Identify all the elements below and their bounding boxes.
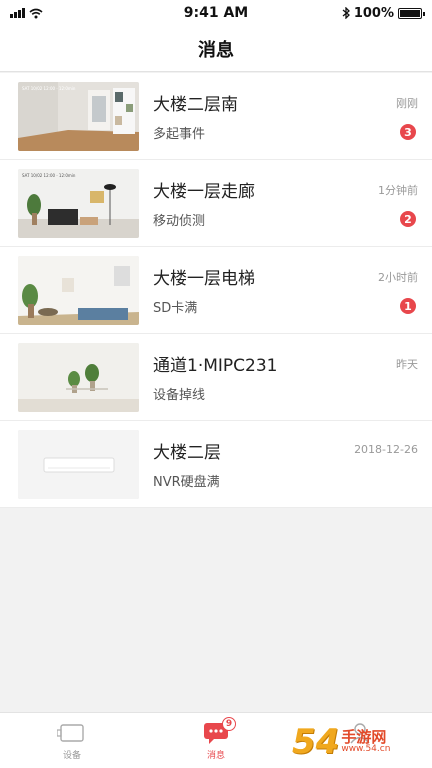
page-title: 消息 — [198, 39, 234, 61]
message-title: 大楼一层电梯 — [153, 269, 255, 289]
battery-percent: 100% — [353, 5, 394, 21]
message-subtitle: 移动侦测 — [153, 214, 206, 229]
unread-badge: 2 — [400, 211, 416, 227]
message-time: 昨天 — [396, 358, 418, 371]
camera-thumbnail — [18, 342, 139, 412]
status-right: 100% — [302, 5, 425, 21]
nvr-thumbnail — [18, 429, 139, 499]
message-time: 2018-12-26 — [354, 443, 418, 456]
site-watermark-logo: 54 手游网 www.54.cn — [292, 716, 432, 768]
status-left — [10, 8, 130, 19]
camera-thumbnail: SAT 10/02 12:00 · 12:0min — [18, 168, 139, 238]
tab-label: 消息 — [206, 751, 225, 761]
message-row-floor2-south[interactable]: SAT 10/02 12:00 · 12:0min 大楼二层南 多起事件 刚刚 … — [0, 73, 432, 160]
camera-icon — [57, 724, 84, 742]
message-row-floor2[interactable]: 大楼二层 NVR硬盘满 2018-12-26 — [0, 421, 432, 508]
message-title: 大楼一层走廊 — [153, 182, 255, 202]
bluetooth-icon — [342, 7, 350, 19]
thumbnail-timestamp: SAT 10/02 12:00 · 12:0min — [22, 85, 76, 91]
wifi-icon — [29, 8, 43, 18]
message-title: 大楼二层南 — [153, 95, 238, 115]
watermark-number: 54 — [292, 722, 340, 762]
message-subtitle: SD卡满 — [153, 301, 198, 316]
message-time: 1分钟前 — [378, 184, 418, 197]
camera-thumbnail — [18, 255, 139, 325]
message-row-channel1[interactable]: 通道1·MIPC231 设备掉线 昨天 — [0, 334, 432, 421]
unread-badge: 3 — [400, 124, 416, 140]
message-title: 通道1·MIPC231 — [153, 356, 278, 376]
message-list: SAT 10/02 12:00 · 12:0min 大楼二层南 多起事件 刚刚 … — [0, 73, 432, 508]
message-time: 刚刚 — [396, 97, 418, 110]
tab-devices[interactable]: 设备 — [0, 713, 144, 768]
nav-bar: 消息 — [0, 26, 432, 72]
watermark-url: www.54.cn — [341, 744, 391, 754]
tab-messages[interactable]: 9 消息 — [144, 713, 288, 768]
camera-thumbnail: SAT 10/02 12:00 · 12:0min — [18, 81, 139, 151]
status-time: 9:41 AM — [183, 5, 249, 21]
thumbnail-timestamp: SAT 10/02 12:00 · 12:0min — [22, 172, 76, 178]
watermark-text: 手游网 — [341, 728, 387, 746]
battery-icon — [398, 7, 425, 19]
message-time: 2小时前 — [378, 271, 418, 284]
message-subtitle: 设备掉线 — [153, 388, 206, 403]
message-title: 大楼二层 — [153, 443, 221, 463]
message-row-floor1-corridor[interactable]: SAT 10/02 12:00 · 12:0min 大楼一层走廊 移动侦测 1分… — [0, 160, 432, 247]
message-row-floor1-elevator[interactable]: 大楼一层电梯 SD卡满 2小时前 1 — [0, 247, 432, 334]
status-bar: 9:41 AM 100% — [0, 0, 432, 26]
tab-unread-badge: 9 — [222, 717, 236, 731]
message-subtitle: 多起事件 — [153, 127, 206, 142]
unread-badge: 1 — [400, 298, 416, 314]
tab-label: 设备 — [62, 751, 81, 761]
signal-icon — [10, 8, 25, 18]
message-subtitle: NVR硬盘满 — [153, 475, 220, 490]
